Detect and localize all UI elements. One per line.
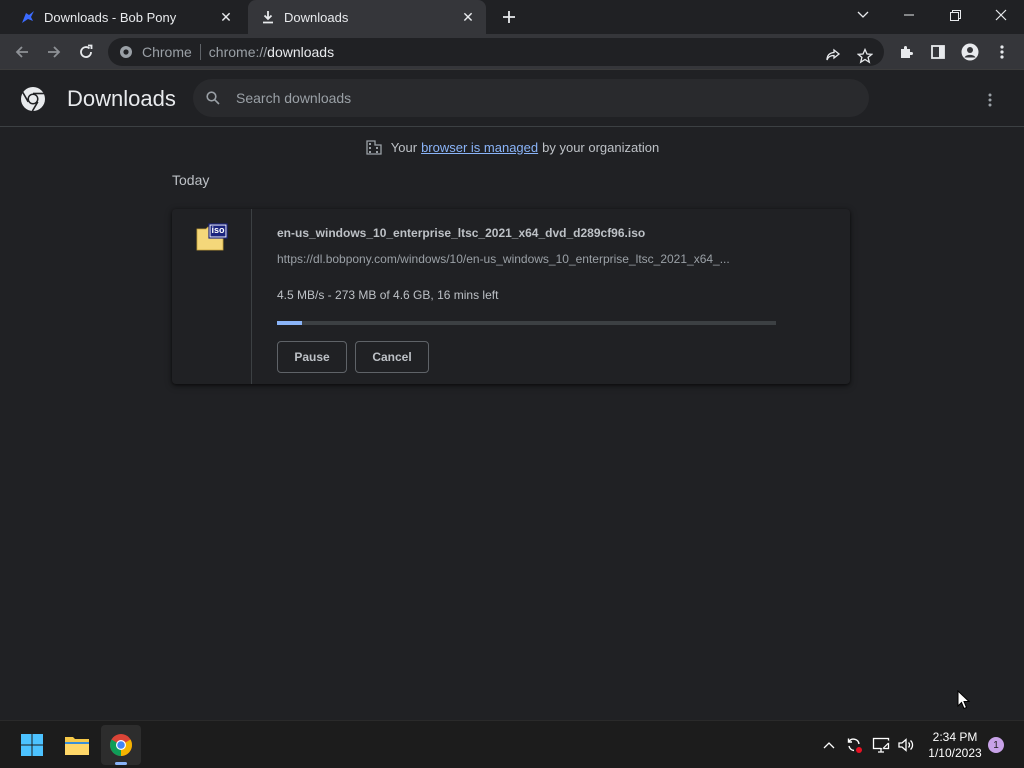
- chrome-logo-icon: [20, 86, 46, 112]
- sync-error-icon[interactable]: [844, 735, 864, 755]
- side-panel-icon[interactable]: [924, 38, 952, 66]
- browser-managed-link[interactable]: browser is managed: [421, 140, 538, 155]
- download-url[interactable]: https://dl.bobpony.com/windows/10/en-us_…: [277, 252, 777, 266]
- tab-title: Downloads: [284, 9, 349, 25]
- tab-strip: Downloads - Bob Pony ✕ Downloads ✕: [0, 0, 1024, 34]
- url-host: downloads: [267, 44, 335, 60]
- bookmark-star-icon[interactable]: [851, 42, 879, 70]
- network-icon[interactable]: [871, 735, 891, 755]
- active-app-indicator: [115, 762, 127, 765]
- chrome-menu-icon[interactable]: [988, 38, 1016, 66]
- tab-downloads[interactable]: Downloads ✕: [248, 0, 486, 34]
- page-title: Downloads: [67, 86, 176, 111]
- managed-prefix: Your: [390, 139, 418, 155]
- show-hidden-icons-chevron-icon[interactable]: [819, 735, 839, 755]
- pause-button[interactable]: Pause: [277, 341, 347, 373]
- taskbar-clock[interactable]: 2:34 PM 1/10/2023: [920, 729, 990, 761]
- tab-bob-pony[interactable]: Downloads - Bob Pony ✕: [8, 0, 244, 34]
- download-icon: [260, 9, 276, 25]
- notification-badge[interactable]: 1: [988, 737, 1004, 753]
- windows-start-icon[interactable]: [12, 725, 52, 765]
- browser-toolbar: Chrome chrome://downloads: [0, 34, 1024, 70]
- downloads-header: Downloads: [0, 70, 1024, 127]
- close-window-button[interactable]: [978, 0, 1024, 30]
- mouse-cursor-icon: [957, 689, 971, 710]
- download-progress-bar: [277, 321, 776, 325]
- cancel-button[interactable]: Cancel: [355, 341, 429, 373]
- tab-search-chevron-icon[interactable]: [840, 0, 886, 30]
- address-bar[interactable]: Chrome chrome://downloads: [108, 38, 884, 66]
- extensions-puzzle-icon[interactable]: [892, 38, 920, 66]
- managed-notice: Your browser is managed by your organiza…: [0, 138, 1024, 156]
- tab-close-icon[interactable]: ✕: [458, 7, 478, 27]
- windows-taskbar: 2:34 PM 1/10/2023 1: [0, 720, 1024, 768]
- bob-pony-favicon-icon: [20, 9, 36, 25]
- iso-file-icon: iso: [196, 223, 228, 251]
- reload-button[interactable]: [72, 38, 100, 66]
- share-icon[interactable]: [819, 42, 847, 70]
- volume-icon[interactable]: [896, 735, 916, 755]
- profile-avatar-icon[interactable]: [956, 38, 984, 66]
- clock-date: 1/10/2023: [928, 746, 982, 760]
- download-filename[interactable]: en-us_windows_10_enterprise_ltsc_2021_x6…: [277, 226, 645, 240]
- search-input[interactable]: [236, 90, 836, 106]
- download-item: iso en-us_windows_10_enterprise_ltsc_202…: [172, 209, 850, 384]
- restore-button[interactable]: [932, 0, 978, 30]
- clock-time: 2:34 PM: [932, 730, 978, 744]
- url-scheme: chrome://: [208, 44, 268, 60]
- more-actions-icon[interactable]: [978, 88, 1002, 112]
- forward-button[interactable]: [40, 38, 68, 66]
- back-button[interactable]: [8, 38, 36, 66]
- managed-suffix: by your organization: [542, 139, 660, 155]
- new-tab-button[interactable]: [498, 6, 520, 28]
- minimize-button[interactable]: [886, 0, 932, 30]
- chrome-icon: [118, 44, 134, 60]
- file-icon-column: iso: [172, 209, 252, 384]
- search-icon: [205, 90, 221, 106]
- date-heading: Today: [172, 172, 210, 188]
- file-icon-label: iso: [211, 225, 225, 235]
- tab-close-icon[interactable]: ✕: [216, 7, 236, 27]
- site-name: Chrome: [142, 44, 192, 60]
- building-icon: [365, 138, 383, 156]
- download-progress-fill: [277, 321, 302, 325]
- download-status: 4.5 MB/s - 273 MB of 4.6 GB, 16 mins lef…: [277, 288, 499, 302]
- tab-title: Downloads - Bob Pony: [44, 9, 177, 25]
- search-box[interactable]: [193, 79, 869, 117]
- file-explorer-icon[interactable]: [57, 725, 97, 765]
- chrome-taskbar-icon[interactable]: [101, 725, 141, 765]
- omnibox-separator: [199, 44, 201, 60]
